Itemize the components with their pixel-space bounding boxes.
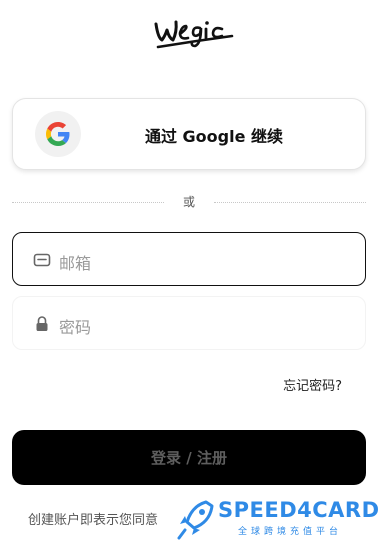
continue-with-google-button[interactable]: 通过 Google 继续: [12, 98, 366, 170]
lock-icon: [36, 316, 48, 331]
speed4card-watermark: SPEED4CARD 全球跨境充值平台: [176, 498, 382, 542]
login-register-button[interactable]: 登录 / 注册: [12, 430, 366, 485]
password-field[interactable]: 密码: [12, 296, 366, 350]
email-placeholder: 邮箱: [59, 254, 92, 273]
watermark-title: SPEED4CARD: [218, 498, 380, 522]
mail-icon: [33, 253, 51, 267]
terms-text: 创建账户即表示您同意: [28, 513, 159, 528]
login-register-label: 登录 / 注册: [151, 449, 227, 467]
google-button-label: 通过 Google 继续: [144, 127, 284, 146]
rocket-icon: [177, 500, 214, 540]
password-placeholder: 密码: [59, 318, 92, 337]
watermark-subtitle: 全球跨境充值平台: [238, 527, 343, 537]
divider-line-right: [214, 202, 366, 203]
wegic-logo: wegic: [150, 14, 234, 49]
or-divider: 或: [12, 192, 366, 212]
svg-text:wegic: wegic: [150, 14, 153, 15]
forgot-password-link[interactable]: 忘记密码?: [283, 375, 342, 394]
email-field[interactable]: 邮箱: [12, 232, 366, 286]
